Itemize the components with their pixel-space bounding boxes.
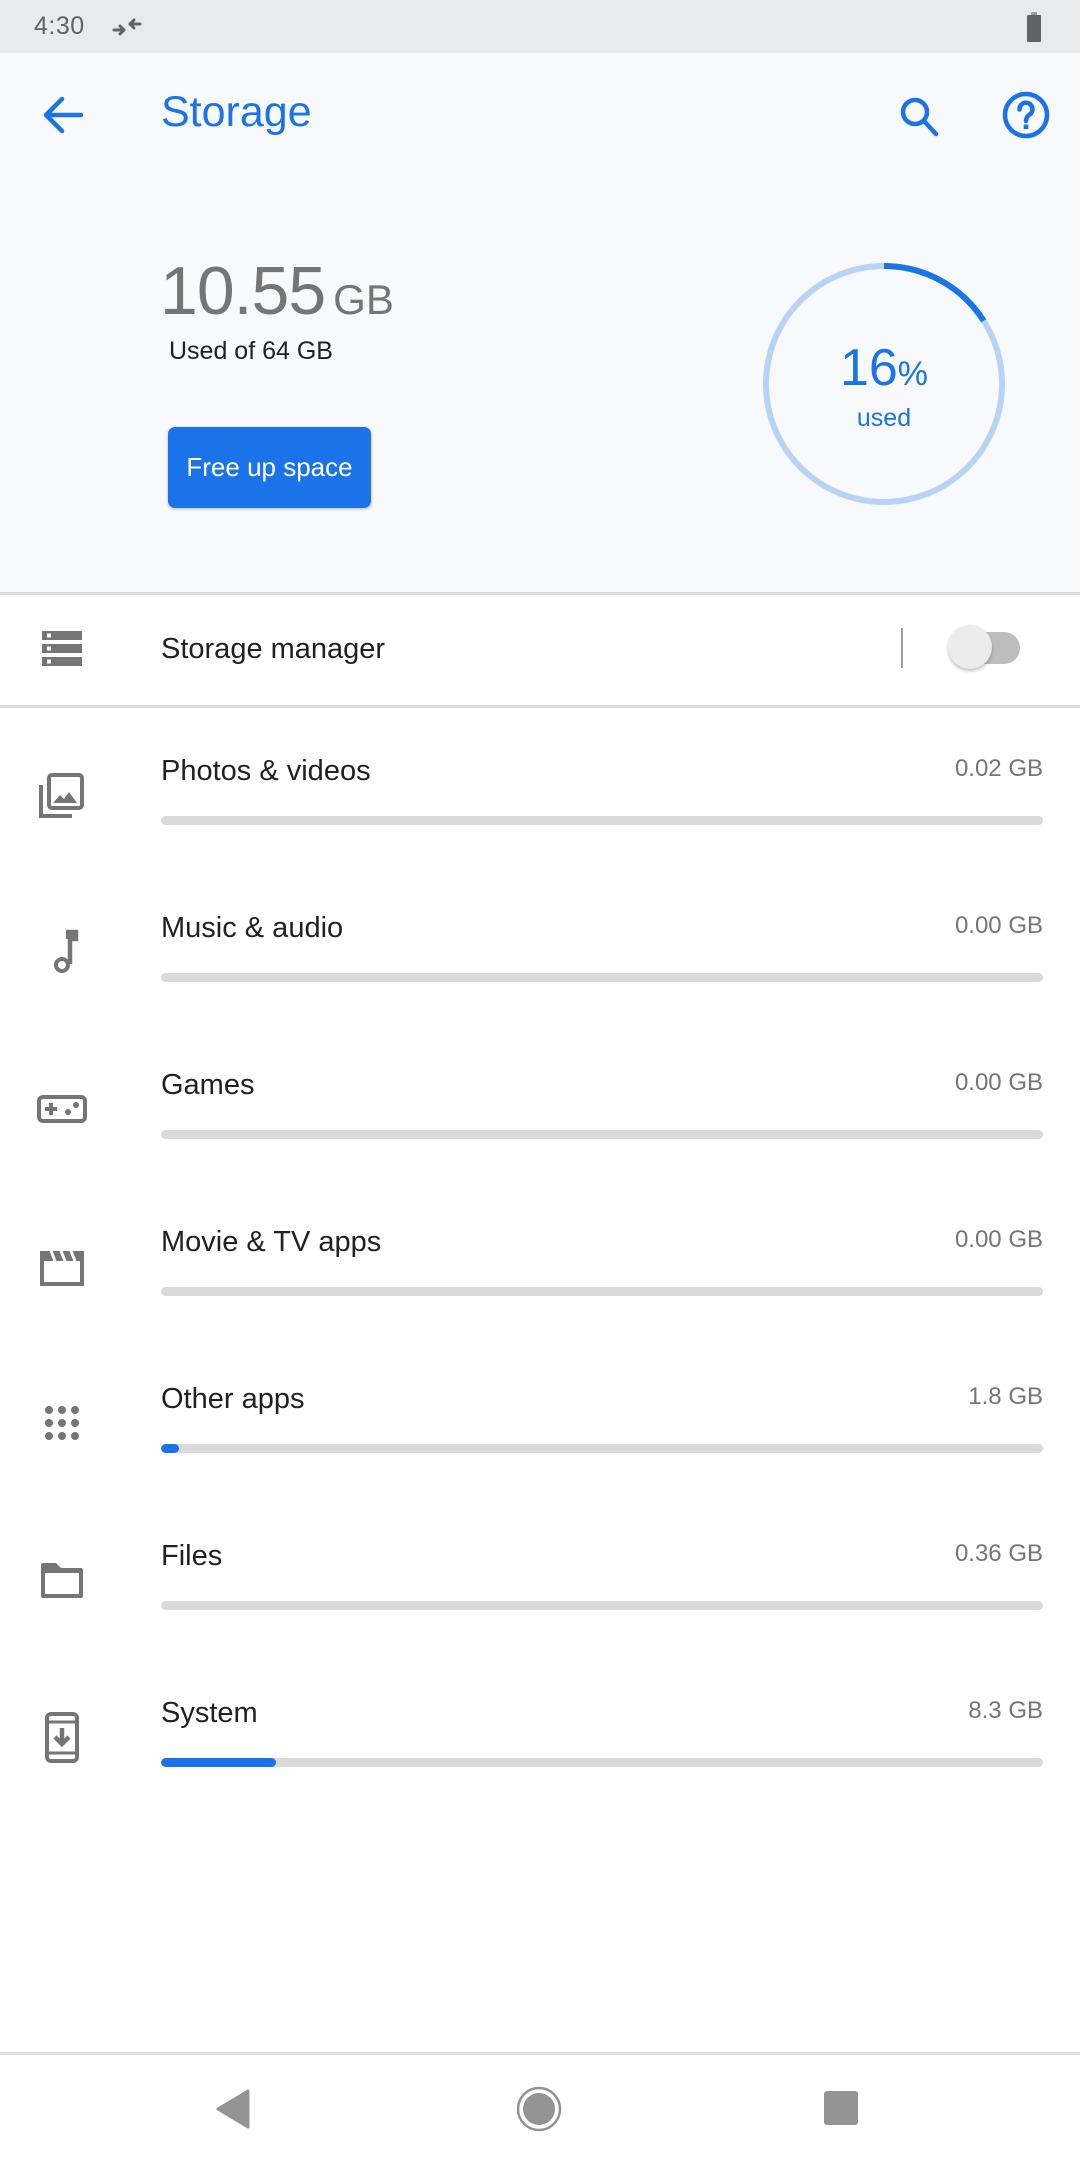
category-row-files[interactable]: Files 0.36 GB [0, 1516, 1080, 1673]
category-label: Photos & videos [161, 755, 371, 787]
percent-label: used [856, 404, 912, 432]
help-circle-icon [1002, 91, 1050, 139]
status-bar: 4:30 [0, 0, 1080, 53]
category-usage-bar [161, 1601, 1043, 1610]
category-usage-bar [161, 1287, 1043, 1296]
folder-icon [41, 1563, 83, 1598]
category-row-system[interactable]: System 8.3 GB [0, 1673, 1080, 1830]
free-up-space-button[interactable]: Free up space [168, 427, 371, 508]
category-label: Games [161, 1069, 255, 1101]
battery-icon [1027, 12, 1041, 42]
category-row-movies[interactable]: Movie & TV apps 0.00 GB [0, 1202, 1080, 1359]
percent-used: 16% [760, 338, 1008, 398]
percent-sign: % [897, 355, 929, 393]
vertical-divider [901, 628, 903, 668]
category-label: Music & audio [161, 912, 344, 944]
search-icon [900, 97, 939, 137]
used-amount: 10.55 GB [160, 252, 394, 330]
category-size: 0.36 GB [954, 1540, 1043, 1567]
arrow-back-icon [43, 96, 84, 134]
category-usage-bar [161, 1130, 1043, 1139]
usage-bar-fill [161, 1444, 179, 1453]
data-saver-icon [112, 18, 142, 36]
divider [0, 705, 1080, 708]
search-button[interactable] [888, 87, 950, 149]
page-title: Storage [161, 88, 312, 136]
system-update-icon [45, 1712, 79, 1763]
category-size: 8.3 GB [968, 1697, 1043, 1724]
category-usage-bar [161, 973, 1043, 982]
category-usage-bar [161, 1758, 1043, 1767]
navigation-bar [0, 2052, 1080, 2160]
apps-grid-icon [45, 1406, 79, 1440]
category-usage-bar [161, 1444, 1043, 1453]
category-row-music[interactable]: Music & audio 0.00 GB [0, 888, 1080, 1045]
movie-clapper-icon [40, 1250, 84, 1286]
used-unit: GB [333, 276, 394, 323]
used-of-total: Used of 64 GB [169, 337, 333, 365]
category-size: 0.00 GB [954, 1069, 1043, 1096]
status-time: 4:30 [34, 12, 85, 40]
help-button[interactable] [996, 85, 1058, 147]
category-row-games[interactable]: Games 0.00 GB [0, 1045, 1080, 1202]
category-label: System [161, 1697, 258, 1729]
category-label: Files [161, 1540, 223, 1572]
usage-bar-fill [161, 1758, 276, 1767]
category-size: 0.00 GB [954, 912, 1043, 939]
back-button[interactable] [33, 85, 93, 145]
used-value: 10.55 [160, 253, 326, 329]
storage-manager-label: Storage manager [161, 633, 386, 665]
toggle-thumb [948, 625, 992, 669]
percent-value: 16 [839, 339, 898, 397]
category-size: 1.8 GB [968, 1383, 1043, 1410]
category-row-other-apps[interactable]: Other apps 1.8 GB [0, 1359, 1080, 1516]
nav-recents-icon[interactable] [822, 2089, 860, 2127]
category-label: Other apps [161, 1383, 305, 1415]
category-size: 0.00 GB [954, 1226, 1043, 1253]
category-size: 0.02 GB [954, 755, 1043, 782]
nav-back-icon[interactable] [210, 2087, 254, 2131]
gamepad-icon [37, 1095, 87, 1123]
category-row-photos[interactable]: Photos & videos 0.02 GB [0, 731, 1080, 888]
category-usage-bar [161, 816, 1043, 825]
photo-library-icon [39, 773, 84, 818]
storage-icon [42, 631, 82, 666]
storage-manager-toggle[interactable] [944, 621, 1024, 677]
nav-home-icon[interactable] [515, 2085, 563, 2133]
category-label: Movie & TV apps [161, 1226, 382, 1258]
music-note-icon [54, 929, 79, 973]
storage-manager-row[interactable]: Storage manager [0, 595, 1080, 705]
